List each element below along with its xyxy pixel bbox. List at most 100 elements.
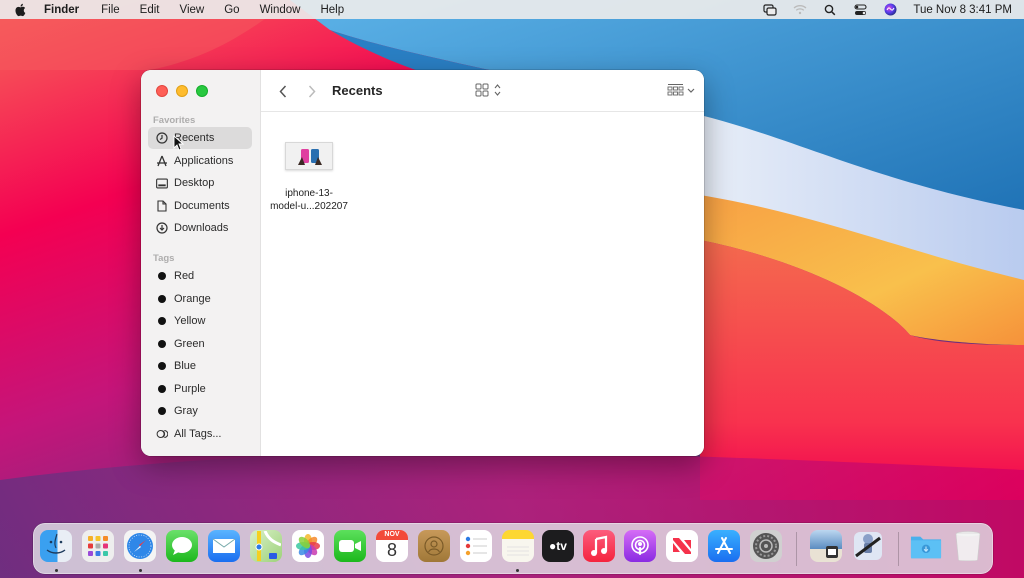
sidebar-tag-green[interactable]: Green [148,333,252,355]
dock-podcasts[interactable] [624,530,656,562]
chevron-left-icon[interactable] [276,81,290,101]
podcasts-icon [631,536,649,555]
maps-icon [255,531,281,561]
sidebar-item-downloads[interactable]: Downloads [148,217,252,239]
spotlight-search-icon[interactable] [822,3,838,17]
sidebar-tag-blue[interactable]: Blue [148,355,252,377]
launchpad-icon [88,536,108,556]
control-center-icon[interactable] [852,3,868,17]
finder-icon [46,533,66,554]
tag-dot-icon [156,405,168,417]
dock-app-store[interactable] [708,530,740,562]
sidebar-all-tags[interactable]: All Tags... [148,423,252,445]
contacts-icon [424,536,444,556]
file-name: iphone-13- model-u...202207 [267,187,351,213]
tag-dot-icon [156,338,168,350]
tag-dot-icon [156,315,168,327]
sidebar-tag-purple[interactable]: Purple [148,378,252,400]
sidebar-item-recents[interactable]: Recents [148,127,252,149]
menu-help[interactable]: Help [320,4,344,16]
sidebar-tag-orange[interactable]: Orange [148,288,252,310]
sidebar-item-label: Yellow [174,315,206,327]
window-controls [156,85,208,97]
dock-reminders[interactable] [460,530,492,562]
wifi-icon[interactable] [792,3,808,17]
dock-music[interactable] [583,530,615,562]
photos-icon [296,534,320,558]
mouse-cursor-icon [173,135,184,151]
dock-contacts[interactable] [418,530,450,562]
siri-icon[interactable] [882,3,898,17]
facetime-icon [339,540,361,552]
window-title: Recents [332,83,383,98]
dock-photos[interactable] [292,530,324,562]
menu-window[interactable]: Window [260,4,301,16]
dock-messages[interactable] [166,530,198,562]
file-name-line-2: model-u...202207 [270,201,348,212]
safari-icon [127,533,153,559]
sidebar-item-label: Orange [174,293,211,305]
running-indicator [139,569,142,572]
menu-bar-clock[interactable]: Tue Nov 8 3:41 PM [913,4,1012,16]
apple-logo-icon[interactable] [14,2,30,18]
favorites-section-title: Favorites [153,115,196,126]
dock-facetime[interactable] [334,530,366,562]
sidebar-item-label: Downloads [174,222,229,234]
sidebar-item-desktop[interactable]: Desktop [148,172,252,194]
file-item[interactable]: iphone-13- model-u...202207 [267,142,351,213]
dock-launchpad[interactable] [82,530,114,562]
reminders-icon [465,536,487,556]
menu-edit[interactable]: Edit [140,4,160,16]
tv-label: tv [556,539,567,553]
dock-trash[interactable] [952,530,984,562]
all-tags-icon [156,428,168,440]
file-name-line-1: iphone-13- [285,188,333,199]
dock-maps[interactable] [250,530,282,562]
menu-file[interactable]: File [101,4,120,16]
dock-mail[interactable] [208,530,240,562]
downloads-folder-icon [910,536,942,559]
zoom-window-button[interactable] [196,85,208,97]
sidebar-item-documents[interactable]: Documents [148,195,252,217]
menu-go[interactable]: Go [224,4,239,16]
dock-preview[interactable] [810,530,842,562]
dock-system-preferences[interactable] [750,530,782,562]
download-icon [156,222,168,234]
finder-window: Favorites Recents Applications Desktop D… [141,70,704,456]
applications-icon [156,155,168,167]
menu-app-finder[interactable]: Finder [44,4,79,16]
dock-news[interactable] [666,530,698,562]
sidebar-item-label: Applications [174,155,234,167]
close-window-button[interactable] [156,85,168,97]
finder-content: Recents iphone-13- model-u...202207 [261,70,704,456]
sidebar-tag-red[interactable]: Red [148,265,252,287]
menu-view[interactable]: View [180,4,205,16]
messages-icon [172,537,192,555]
running-indicator [55,569,58,572]
menu-bar: Finder File Edit View Go Window Help Tue… [0,0,1024,19]
dock-tv[interactable]: ●tv [542,530,574,562]
sidebar-item-applications[interactable]: Applications [148,150,252,172]
sidebar-tag-yellow[interactable]: Yellow [148,310,252,332]
preview-icon [826,546,838,558]
icon-view-grid-icon[interactable] [474,80,504,100]
dock-notes[interactable] [502,530,534,562]
minimize-window-button[interactable] [176,85,188,97]
dock-separator [898,532,899,566]
dock-safari[interactable] [124,530,156,562]
automator-robot-icon [854,532,882,560]
dock-downloads-folder[interactable] [910,530,942,562]
group-by-icon[interactable] [667,80,697,100]
mail-icon [212,538,236,553]
dock-calendar[interactable]: NOV 8 [376,530,408,562]
screen-mirroring-icon[interactable] [762,3,778,17]
clock-icon [156,132,168,144]
dock-finder[interactable] [40,530,72,562]
tag-dot-icon [156,270,168,282]
sidebar-item-label: Documents [174,200,230,212]
sidebar-item-label: All Tags... [174,428,222,440]
chevron-right-icon[interactable] [305,81,319,101]
dock-automator[interactable] [852,530,884,562]
sidebar-item-label: Gray [174,405,198,417]
sidebar-tag-gray[interactable]: Gray [148,400,252,422]
